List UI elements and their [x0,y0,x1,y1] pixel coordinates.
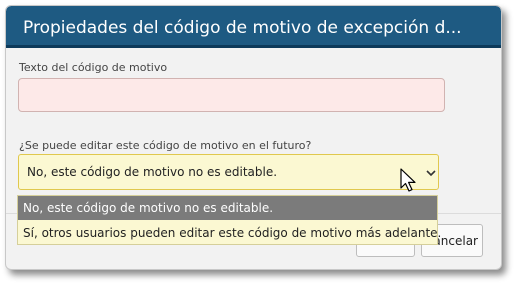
editable-select[interactable]: No, este código de motivo no es editable… [18,154,439,190]
reason-text-input[interactable] [18,78,445,112]
editable-select-value: No, este código de motivo no es editable… [27,165,278,179]
chevron-down-icon[interactable] [426,170,436,177]
mouse-cursor-icon [400,168,416,192]
dialog-titlebar: Propiedades del código de motivo de exce… [6,6,501,48]
reason-text-label: Texto del código de motivo [19,61,168,74]
editable-question-label: ¿Se puede editar este código de motivo e… [19,139,312,152]
editable-options-dropdown: No, este código de motivo no es editable… [17,195,441,245]
dropdown-option-not-editable[interactable]: No, este código de motivo no es editable… [18,196,437,220]
dialog-title: Propiedades del código de motivo de exce… [23,18,462,38]
dropdown-option-editable[interactable]: Sí, otros usuarios pueden editar este có… [18,221,441,245]
